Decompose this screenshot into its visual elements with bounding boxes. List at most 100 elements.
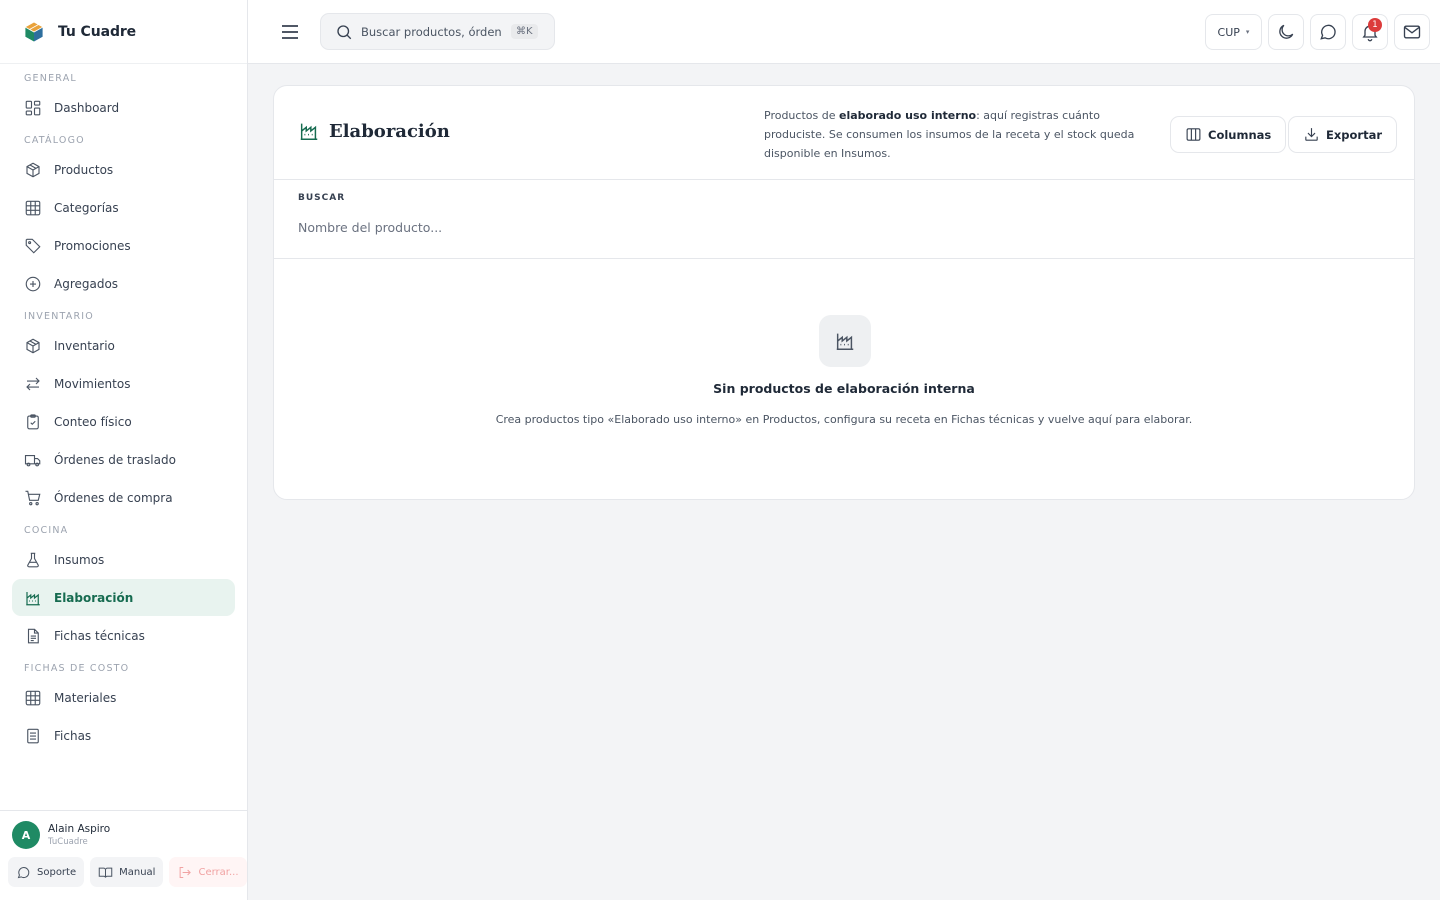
sidebar-item-fichas[interactable]: Fichas: [12, 717, 235, 754]
search-icon: [337, 24, 352, 39]
empty-state-title: Sin productos de elaboración interna: [713, 381, 975, 396]
support-button[interactable]: Soporte: [8, 857, 85, 887]
sidebar-item-label: Dashboard: [54, 100, 120, 115]
factory-icon: [836, 333, 854, 350]
moon-icon: [1279, 24, 1294, 39]
empty-state-description: Crea productos tipo «Elaborado uso inter…: [495, 413, 1193, 426]
columns-button[interactable]: Columnas: [1170, 116, 1287, 153]
section-title-cocina: COCINA: [24, 525, 69, 536]
sidebar-item-elaboracion[interactable]: Elaboración: [12, 579, 235, 616]
book-open-icon: [98, 867, 113, 878]
notification-badge: 1: [1368, 18, 1382, 32]
sidebar-item-insumos[interactable]: Insumos: [12, 541, 235, 578]
sidebar-item-label: Fichas técnicas: [54, 628, 145, 643]
search-shortcut: ⌘K: [511, 24, 538, 39]
dashboard-icon: [25, 100, 41, 115]
section-title-general: GENERAL: [24, 73, 77, 84]
section-title-catalogo: CATÁLOGO: [24, 135, 85, 146]
plus-circle-icon: [25, 276, 41, 291]
brand[interactable]: Tu Cuadre: [0, 0, 247, 64]
sidebar-item-label: Productos: [54, 162, 114, 177]
sidebar-item-conteo-fisico[interactable]: Conteo físico: [12, 403, 235, 440]
sidebar-item-ordenes-compra[interactable]: Órdenes de compra: [12, 479, 235, 516]
sidebar-item-label: Fichas: [54, 728, 92, 743]
sidebar-item-label: Órdenes de traslado: [54, 452, 176, 467]
page-title-text: Elaboración: [329, 120, 450, 142]
currency-select[interactable]: CUP ▾: [1205, 14, 1262, 50]
topbar: Buscar productos, órdenes ⌘K CUP ▾ 1: [248, 0, 1440, 64]
brand-name: Tu Cuadre: [58, 23, 137, 40]
sidebar-item-label: Órdenes de compra: [54, 490, 173, 505]
card-header: Elaboración Productos de elaborado uso i…: [274, 86, 1414, 180]
sidebar-item-label: Movimientos: [54, 376, 131, 391]
elaboracion-card: Elaboración Productos de elaborado uso i…: [273, 85, 1415, 500]
list-icon: [27, 728, 39, 743]
user-org: TuCuadre: [48, 837, 88, 847]
empty-state: Sin productos de elaboración interna Cre…: [274, 259, 1414, 499]
sidebar-item-label: Conteo físico: [54, 414, 132, 429]
export-button[interactable]: Exportar: [1288, 116, 1398, 153]
chat-icon: [17, 866, 30, 878]
section-title-inventario: INVENTARIO: [24, 311, 94, 322]
user-actions: Soporte Manual Cerrar...: [0, 849, 247, 887]
user-profile[interactable]: A Alain Aspiro TuCuadre: [0, 811, 247, 849]
sidebar-item-agregados[interactable]: Agregados: [12, 265, 235, 302]
empty-state-icon-box: [819, 315, 871, 367]
logout-button[interactable]: Cerrar...: [169, 857, 247, 887]
grid-icon: [25, 200, 41, 215]
sidebar-item-categorias[interactable]: Categorías: [12, 189, 235, 226]
columns-label: Columnas: [1208, 127, 1272, 142]
search-filter: BUSCAR Nombre del producto...: [274, 180, 1414, 259]
document-icon: [27, 628, 39, 643]
user-panel: A Alain Aspiro TuCuadre Soporte Manual C…: [0, 810, 247, 900]
sidebar-item-label: Inventario: [54, 338, 115, 353]
manual-button[interactable]: Manual: [90, 857, 164, 887]
truck-icon: [24, 454, 41, 466]
currency-value: CUP: [1217, 25, 1240, 39]
sidebar-item-dashboard[interactable]: Dashboard: [12, 89, 235, 126]
sidebar-item-inventario[interactable]: Inventario: [12, 327, 235, 364]
download-icon: [1305, 128, 1318, 141]
theme-toggle-button[interactable]: [1268, 14, 1304, 50]
avatar: A: [12, 821, 40, 849]
sidebar-item-label: Agregados: [54, 276, 119, 291]
topbar-actions: CUP ▾ 1: [1205, 14, 1430, 50]
sidebar-item-fichas-tecnicas[interactable]: Fichas técnicas: [12, 617, 235, 654]
sidebar-item-materiales[interactable]: Materiales: [12, 679, 235, 716]
sidebar-item-ordenes-traslado[interactable]: Órdenes de traslado: [12, 441, 235, 478]
sidebar-item-label: Insumos: [54, 552, 105, 567]
menu-icon[interactable]: [278, 20, 302, 44]
mail-button[interactable]: [1394, 14, 1430, 50]
notifications-button[interactable]: 1: [1352, 14, 1388, 50]
clipboard-check-icon: [27, 413, 39, 429]
filter-label: BUSCAR: [298, 193, 346, 203]
sidebar-item-label: Elaboración: [54, 590, 134, 605]
sidebar-item-promociones[interactable]: Promociones: [12, 227, 235, 264]
sidebar-item-label: Materiales: [54, 690, 117, 705]
sidebar-item-movimientos[interactable]: Movimientos: [12, 365, 235, 402]
grid-icon: [25, 690, 41, 705]
cart-icon: [25, 490, 41, 505]
sidebar-item-label: Promociones: [54, 238, 131, 253]
global-search[interactable]: Buscar productos, órdenes ⌘K: [320, 13, 555, 50]
sidebar-item-productos[interactable]: Productos: [12, 151, 235, 188]
search-input[interactable]: Buscar productos, órdenes: [361, 25, 501, 39]
page-description: Productos de elaborado uso interno: aquí…: [764, 106, 1164, 163]
section-title-fichas-costo: FICHAS DE COSTO: [24, 663, 130, 674]
box-icon: [26, 162, 40, 177]
flask-icon: [27, 552, 39, 567]
mail-icon: [1403, 25, 1421, 39]
columns-icon: [1186, 128, 1201, 141]
support-label: Soporte: [37, 866, 77, 878]
desc-bold: elaborado uso interno: [838, 109, 977, 122]
desc-prefix: Productos de: [764, 109, 839, 122]
cube-logo-icon: [24, 21, 44, 42]
product-search-input[interactable]: Nombre del producto...: [298, 220, 442, 235]
export-label: Exportar: [1326, 127, 1383, 142]
chat-button[interactable]: [1310, 14, 1346, 50]
box-icon: [26, 338, 40, 353]
sidebar: Tu Cuadre GENERAL Dashboard CATÁLOGO Pro…: [0, 0, 248, 900]
sidebar-nav: GENERAL Dashboard CATÁLOGO Productos Cat…: [0, 64, 247, 810]
chevron-down-icon: ▾: [1245, 28, 1250, 36]
chat-icon: [1320, 24, 1336, 40]
